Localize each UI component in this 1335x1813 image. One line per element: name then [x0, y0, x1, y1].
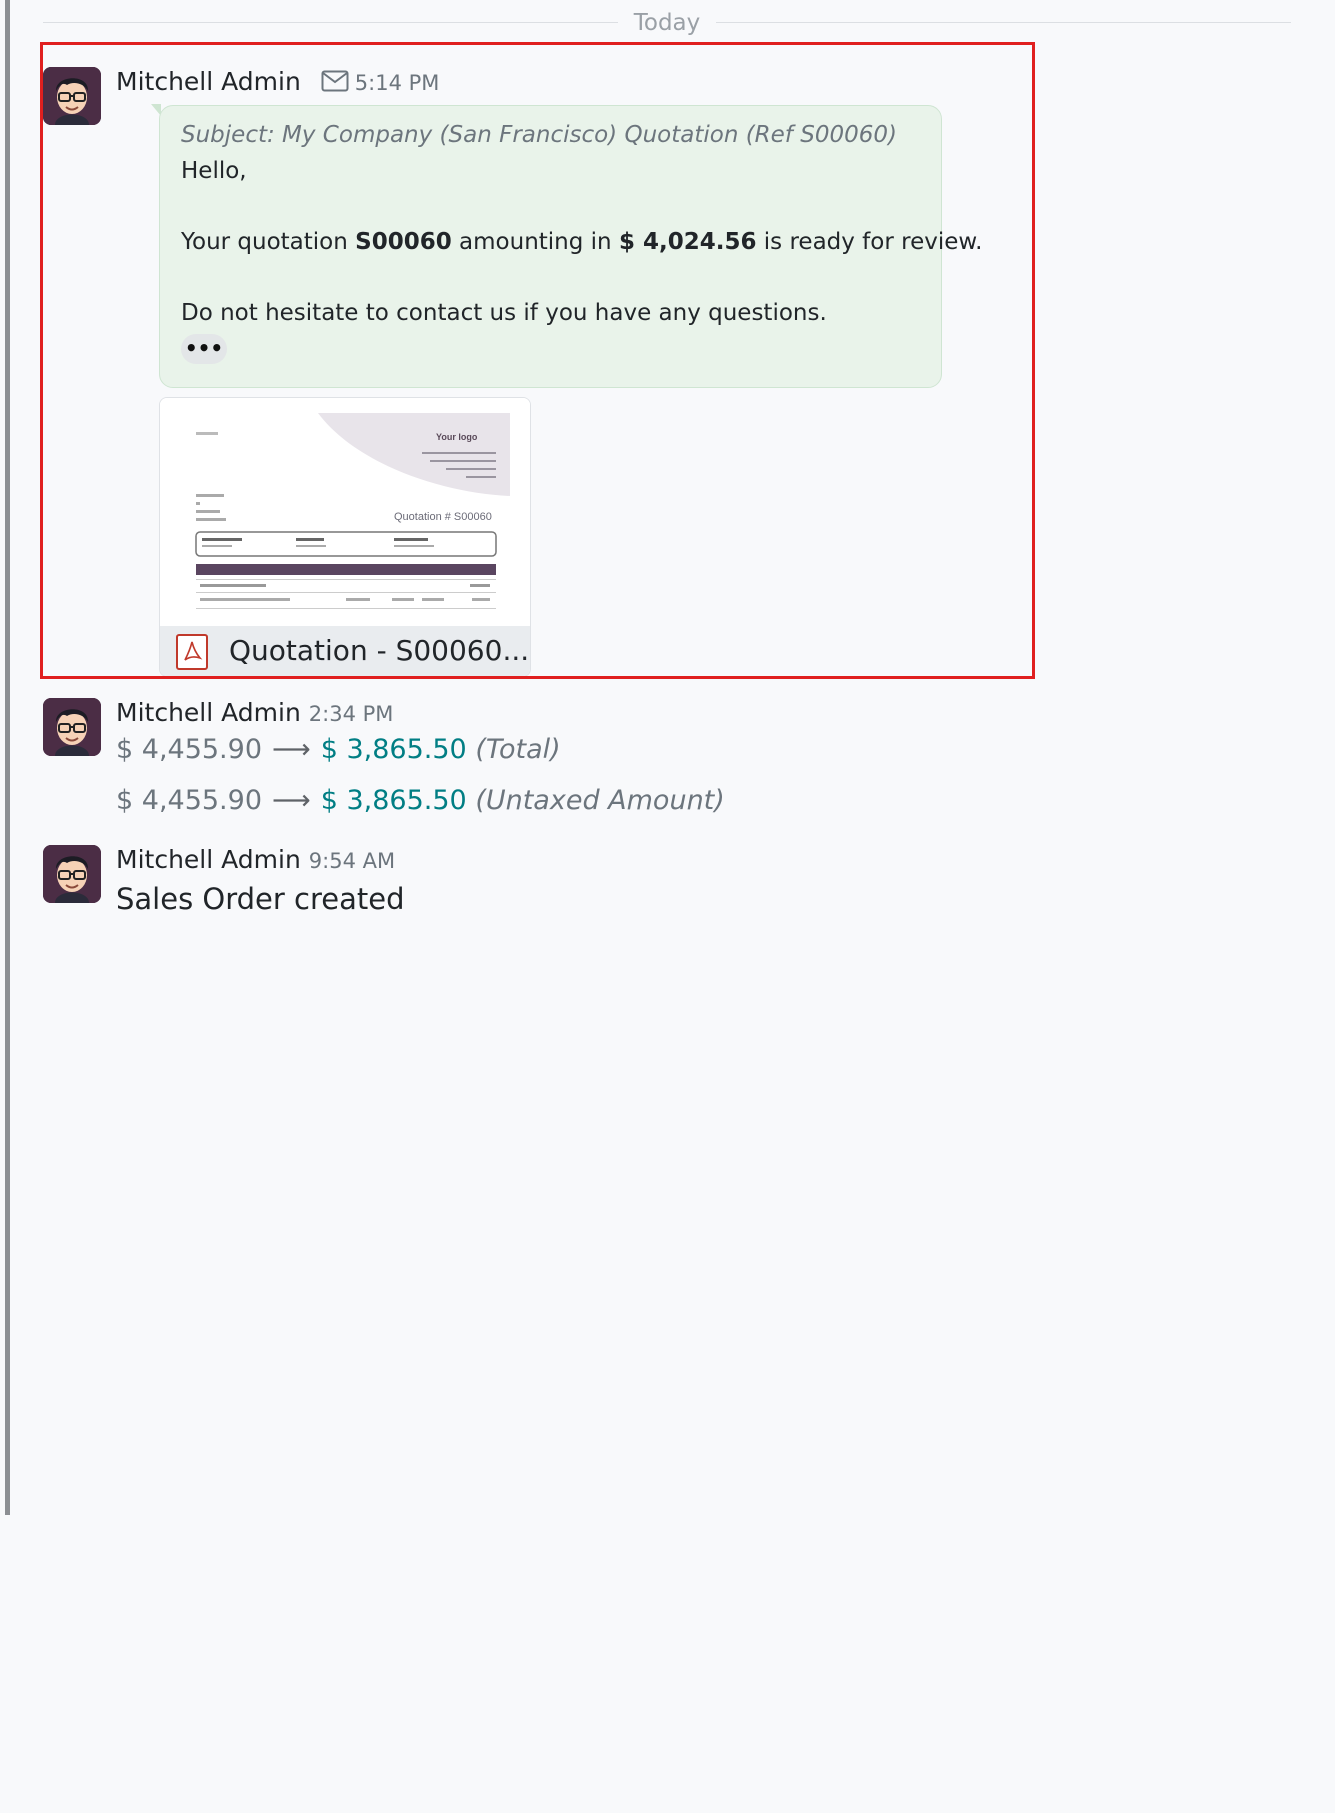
message-header: Mitchell Admin 9:54 AM — [116, 845, 395, 874]
thread-left-border — [5, 0, 10, 1515]
note-body: Sales Order created — [116, 882, 405, 916]
message-tracking: Mitchell Admin 2:34 PM $ 4,455.90 ⟶ $ 3,86… — [43, 698, 1043, 828]
message-time: 9:54 AM — [308, 849, 396, 873]
author-name[interactable]: Mitchell Admin — [116, 845, 301, 874]
long-arrow-right-icon: ⟶ — [272, 785, 311, 816]
author-name[interactable]: Mitchell Admin — [116, 698, 301, 727]
day-separator: Today — [43, 10, 1291, 36]
old-value: $ 4,455.90 — [116, 734, 262, 765]
new-value: $ 3,865.50 — [320, 785, 467, 816]
selection-highlight — [40, 42, 1035, 679]
avatar[interactable] — [43, 845, 101, 903]
field-name: (Untaxed Amount) — [475, 785, 725, 816]
message-time: 2:34 PM — [308, 702, 394, 726]
long-arrow-right-icon: ⟶ — [272, 734, 311, 765]
tracking-change-total: $ 4,455.90 ⟶ $ 3,865.50 (Total) — [116, 734, 561, 765]
avatar[interactable] — [43, 698, 101, 756]
field-name: (Total) — [475, 734, 561, 765]
tracking-change-untaxed: $ 4,455.90 ⟶ $ 3,865.50 (Untaxed Amount) — [116, 785, 725, 816]
new-value: $ 3,865.50 — [320, 734, 467, 765]
message-note: Mitchell Admin 9:54 AM Sales Order creat… — [43, 845, 1043, 925]
message-header: Mitchell Admin 2:34 PM — [116, 698, 393, 727]
old-value: $ 4,455.90 — [116, 785, 262, 816]
day-separator-label: Today — [633, 10, 701, 36]
